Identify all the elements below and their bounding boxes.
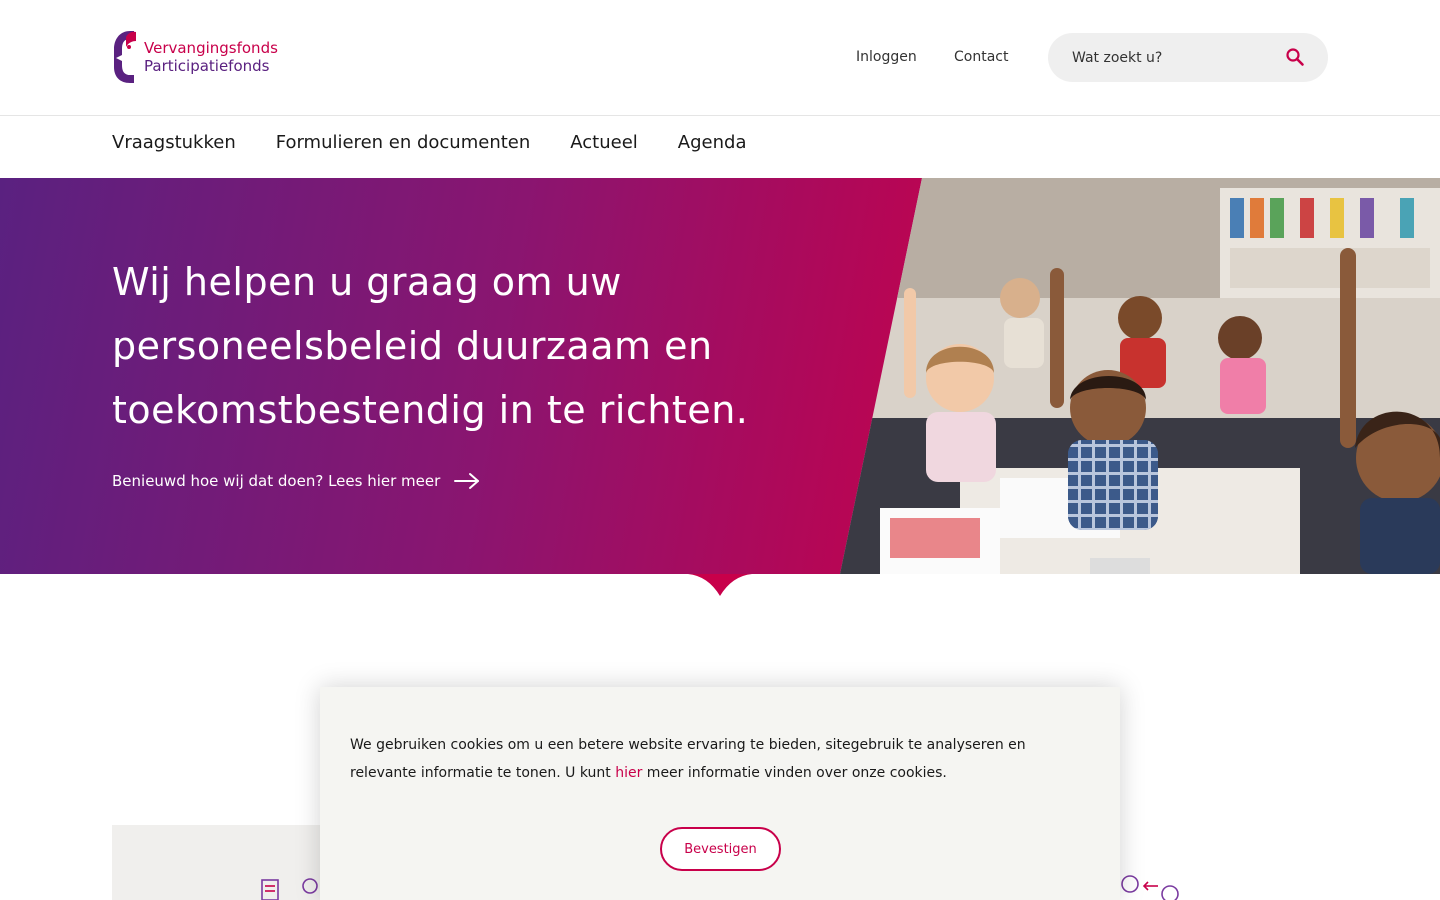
- search-icon: [1286, 48, 1304, 66]
- site-logo[interactable]: Vervangingsfonds Participatiefonds: [112, 31, 278, 83]
- nav-item-agenda[interactable]: Agenda: [678, 132, 747, 153]
- question-illustration-icon: [1121, 875, 1179, 900]
- hero-read-more-link[interactable]: Benieuwd hoe wij dat doen? Lees hier mee…: [112, 472, 480, 490]
- hero-title: Wij helpen u graag om uw personeelsbelei…: [112, 260, 749, 432]
- site-header: Vervangingsfonds Participatiefonds Inlog…: [0, 0, 1440, 116]
- cookie-info-link[interactable]: hier: [615, 765, 642, 781]
- nav-item-actueel[interactable]: Actueel: [570, 132, 638, 153]
- nav-item-vraagstukken[interactable]: Vraagstukken: [112, 132, 236, 153]
- forms-illustration-icon: [261, 878, 318, 900]
- hero-banner: Wij helpen u graag om uw personeelsbelei…: [0, 178, 1440, 574]
- logo-face-icon: [114, 31, 136, 83]
- search-input[interactable]: [1072, 49, 1272, 66]
- cookie-confirm-button[interactable]: Bevestigen: [660, 827, 781, 871]
- hero-photo: [840, 178, 1440, 574]
- contact-link[interactable]: Contact: [954, 49, 1008, 65]
- login-link[interactable]: Inloggen: [856, 49, 917, 65]
- hero-link-label: Benieuwd hoe wij dat doen? Lees hier mee…: [112, 472, 441, 490]
- main-nav: Vraagstukken Formulieren en documenten A…: [112, 132, 786, 153]
- search-box: [1048, 33, 1328, 82]
- cookie-banner: We gebruiken cookies om u een betere web…: [320, 687, 1120, 900]
- search-button[interactable]: [1284, 47, 1306, 69]
- arrow-right-icon: [454, 473, 480, 489]
- nav-item-formulieren[interactable]: Formulieren en documenten: [276, 132, 531, 153]
- logo-text-line2: Participatiefonds: [144, 57, 270, 75]
- cookie-message: We gebruiken cookies om u een betere web…: [350, 731, 1090, 787]
- cookie-text-end: meer informatie vinden over onze cookies…: [642, 765, 947, 781]
- hero-notch-decoration: [676, 574, 840, 598]
- logo-text-line1: Vervangingsfonds: [144, 39, 278, 57]
